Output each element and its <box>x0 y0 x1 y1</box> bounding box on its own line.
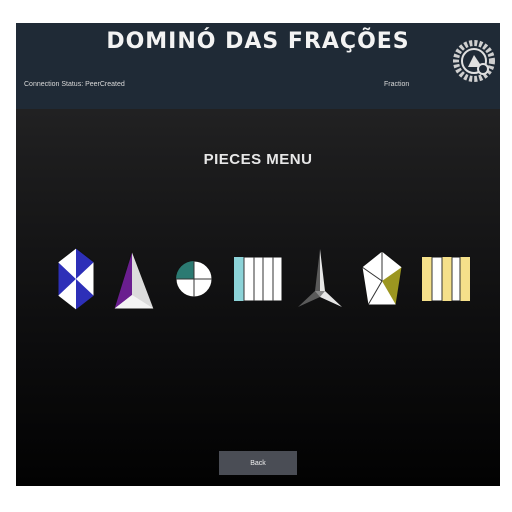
player-name: Fraction <box>384 81 410 88</box>
piece-yellow-rectangle[interactable] <box>420 245 472 313</box>
arrow-star-piece-icon <box>298 249 342 307</box>
piece-rectangle[interactable] <box>232 245 284 313</box>
circle-piece-icon <box>175 260 213 298</box>
gear-logo-icon <box>452 27 496 103</box>
hexagon-piece-icon <box>57 247 95 311</box>
piece-arrow-star[interactable] <box>296 245 348 313</box>
piece-hexagon[interactable] <box>50 245 102 313</box>
back-button[interactable]: Back <box>219 451 297 475</box>
pentagon-piece-icon <box>361 250 403 306</box>
piece-circle[interactable] <box>170 245 222 313</box>
menu-title: PIECES MENU <box>203 151 313 168</box>
header-bar: DOMINÓ DAS FRAÇÕES Connection Status: Pe… <box>16 23 500 109</box>
yellow-rectangle-piece-icon <box>421 256 471 302</box>
game-screen: DOMINÓ DAS FRAÇÕES Connection Status: Pe… <box>16 23 500 486</box>
piece-pentagon[interactable] <box>360 245 412 313</box>
game-title: DOMINÓ DAS FRAÇÕES <box>106 29 410 54</box>
piece-triangle[interactable] <box>110 245 162 313</box>
connection-status: Connection Status: PeerCreated <box>24 81 125 88</box>
triangle-piece-icon <box>113 249 155 310</box>
rectangle-piece-icon <box>233 256 283 302</box>
